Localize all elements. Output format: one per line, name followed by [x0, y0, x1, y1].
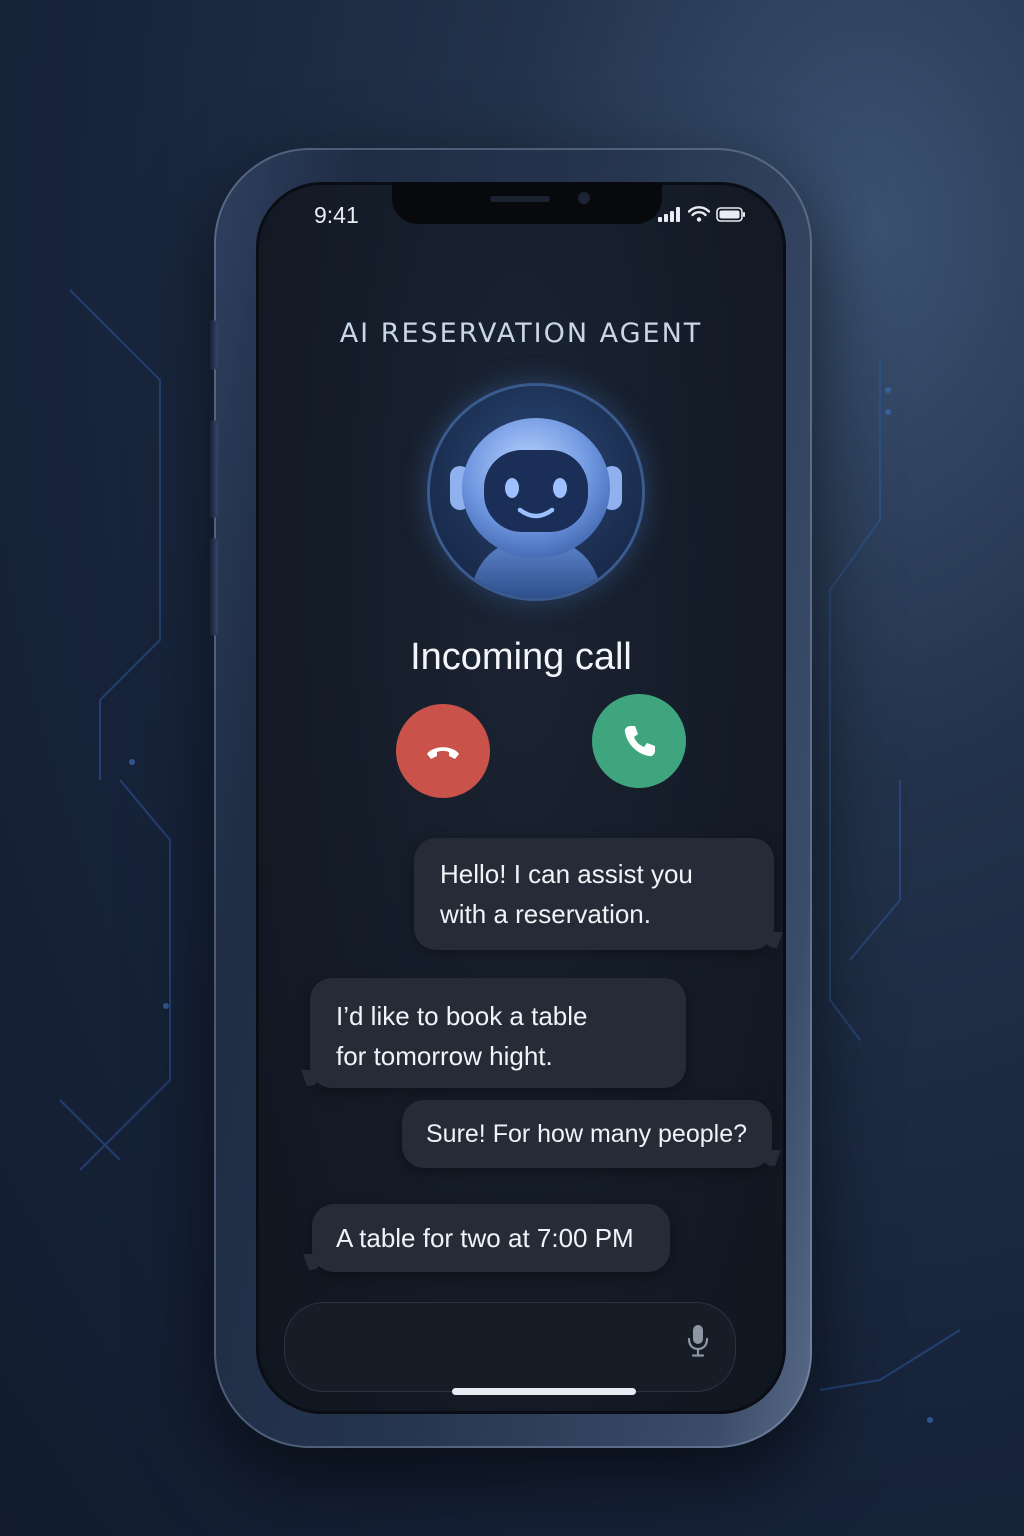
agent-message: Sure! For how many people?: [402, 1100, 772, 1168]
message-line: for tomorrow hight.: [336, 1041, 553, 1071]
home-indicator[interactable]: [452, 1388, 636, 1395]
phone-hangup-icon: [427, 747, 459, 759]
front-camera: [578, 192, 590, 204]
mute-switch: [208, 320, 218, 370]
smartphone-device: 9:41 AI RESERVATION AGENT Incoming call …: [208, 148, 812, 1448]
phone-icon: [624, 726, 655, 757]
message-line: with a reservation.: [440, 899, 651, 929]
battery-icon: [716, 207, 745, 222]
voice-input-field[interactable]: [284, 1302, 736, 1392]
message-line: Hello! I can assist you: [440, 859, 693, 889]
status-time: 9:41: [314, 202, 359, 228]
message-line: A table for two at 7:00 PM: [336, 1223, 634, 1253]
status-icons: [658, 206, 746, 222]
phone-screen: 9:41 AI RESERVATION AGENT Incoming call …: [256, 182, 786, 1414]
message-line: I’d like to book a table: [336, 1001, 588, 1031]
message-line: Sure! For how many people?: [426, 1120, 748, 1148]
user-message: I’d like to book a table for tomorrow hi…: [310, 978, 686, 1088]
agent-message: Hello! I can assist you with a reservati…: [414, 838, 774, 950]
app-title: AI RESERVATION AGENT: [339, 318, 703, 349]
volume-down-button: [208, 538, 218, 636]
earpiece-speaker: [490, 196, 550, 202]
notch: [392, 182, 662, 224]
user-message: A table for two at 7:00 PM: [312, 1204, 670, 1272]
call-status: Incoming call: [410, 636, 632, 678]
wifi-icon: [688, 206, 710, 222]
decline-call-button[interactable]: [396, 704, 490, 798]
signal-icon: [658, 207, 680, 222]
volume-up-button: [208, 420, 218, 518]
microphone-icon[interactable]: [686, 1324, 710, 1358]
robot-icon: [450, 418, 622, 598]
accept-call-button[interactable]: [592, 694, 686, 788]
ai-agent-avatar: [430, 386, 642, 598]
